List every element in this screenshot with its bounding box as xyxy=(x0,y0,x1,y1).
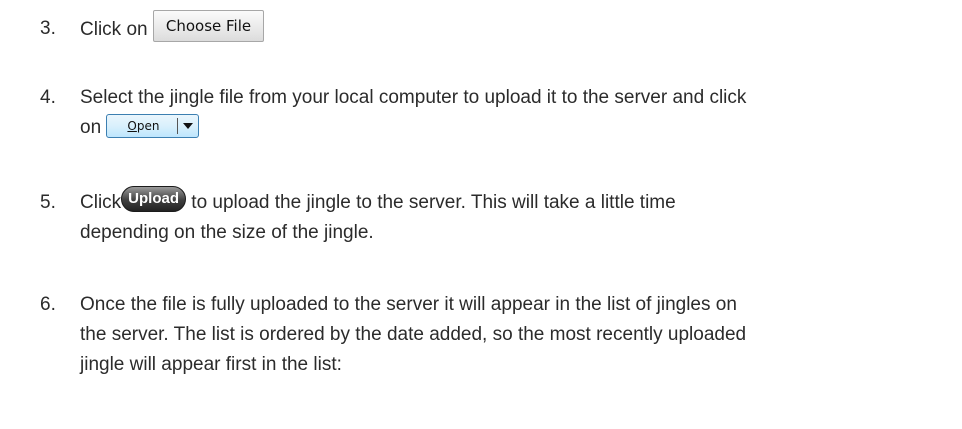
step-text: depending on the size of the jingle. xyxy=(80,222,374,243)
step-text: Once the file is fully uploaded to the s… xyxy=(80,294,737,315)
step-text: the server. The list is ordered by the d… xyxy=(80,324,747,345)
chevron-down-icon[interactable] xyxy=(178,123,198,129)
step-text: jingle will appear first in the list: xyxy=(80,354,342,375)
step-6: 6. Once the file is fully uploaded to th… xyxy=(40,290,746,380)
step-number: 3. xyxy=(40,18,56,39)
step-text: Click on xyxy=(80,19,148,41)
step-text: Click xyxy=(80,192,122,213)
step-5: 5. Click Upload to upload the jingle to t… xyxy=(40,185,676,248)
step-number: 6. xyxy=(40,294,56,315)
choose-file-button[interactable]: Choose File xyxy=(152,10,265,42)
step-number: 5. xyxy=(40,192,56,213)
step-4: 4. Select the jingle file from your loca… xyxy=(40,83,746,143)
step-number: 4. xyxy=(40,87,56,108)
step-text: on xyxy=(80,117,102,138)
step-3: 3. Click on Choose File xyxy=(40,10,265,46)
step-text: Select the jingle file from your local c… xyxy=(80,87,747,108)
open-button-label: Open xyxy=(127,118,160,133)
open-button[interactable]: Open xyxy=(106,113,200,138)
upload-button[interactable]: Upload xyxy=(121,185,187,212)
step-text: to upload the jingle to the server. This… xyxy=(191,192,676,213)
